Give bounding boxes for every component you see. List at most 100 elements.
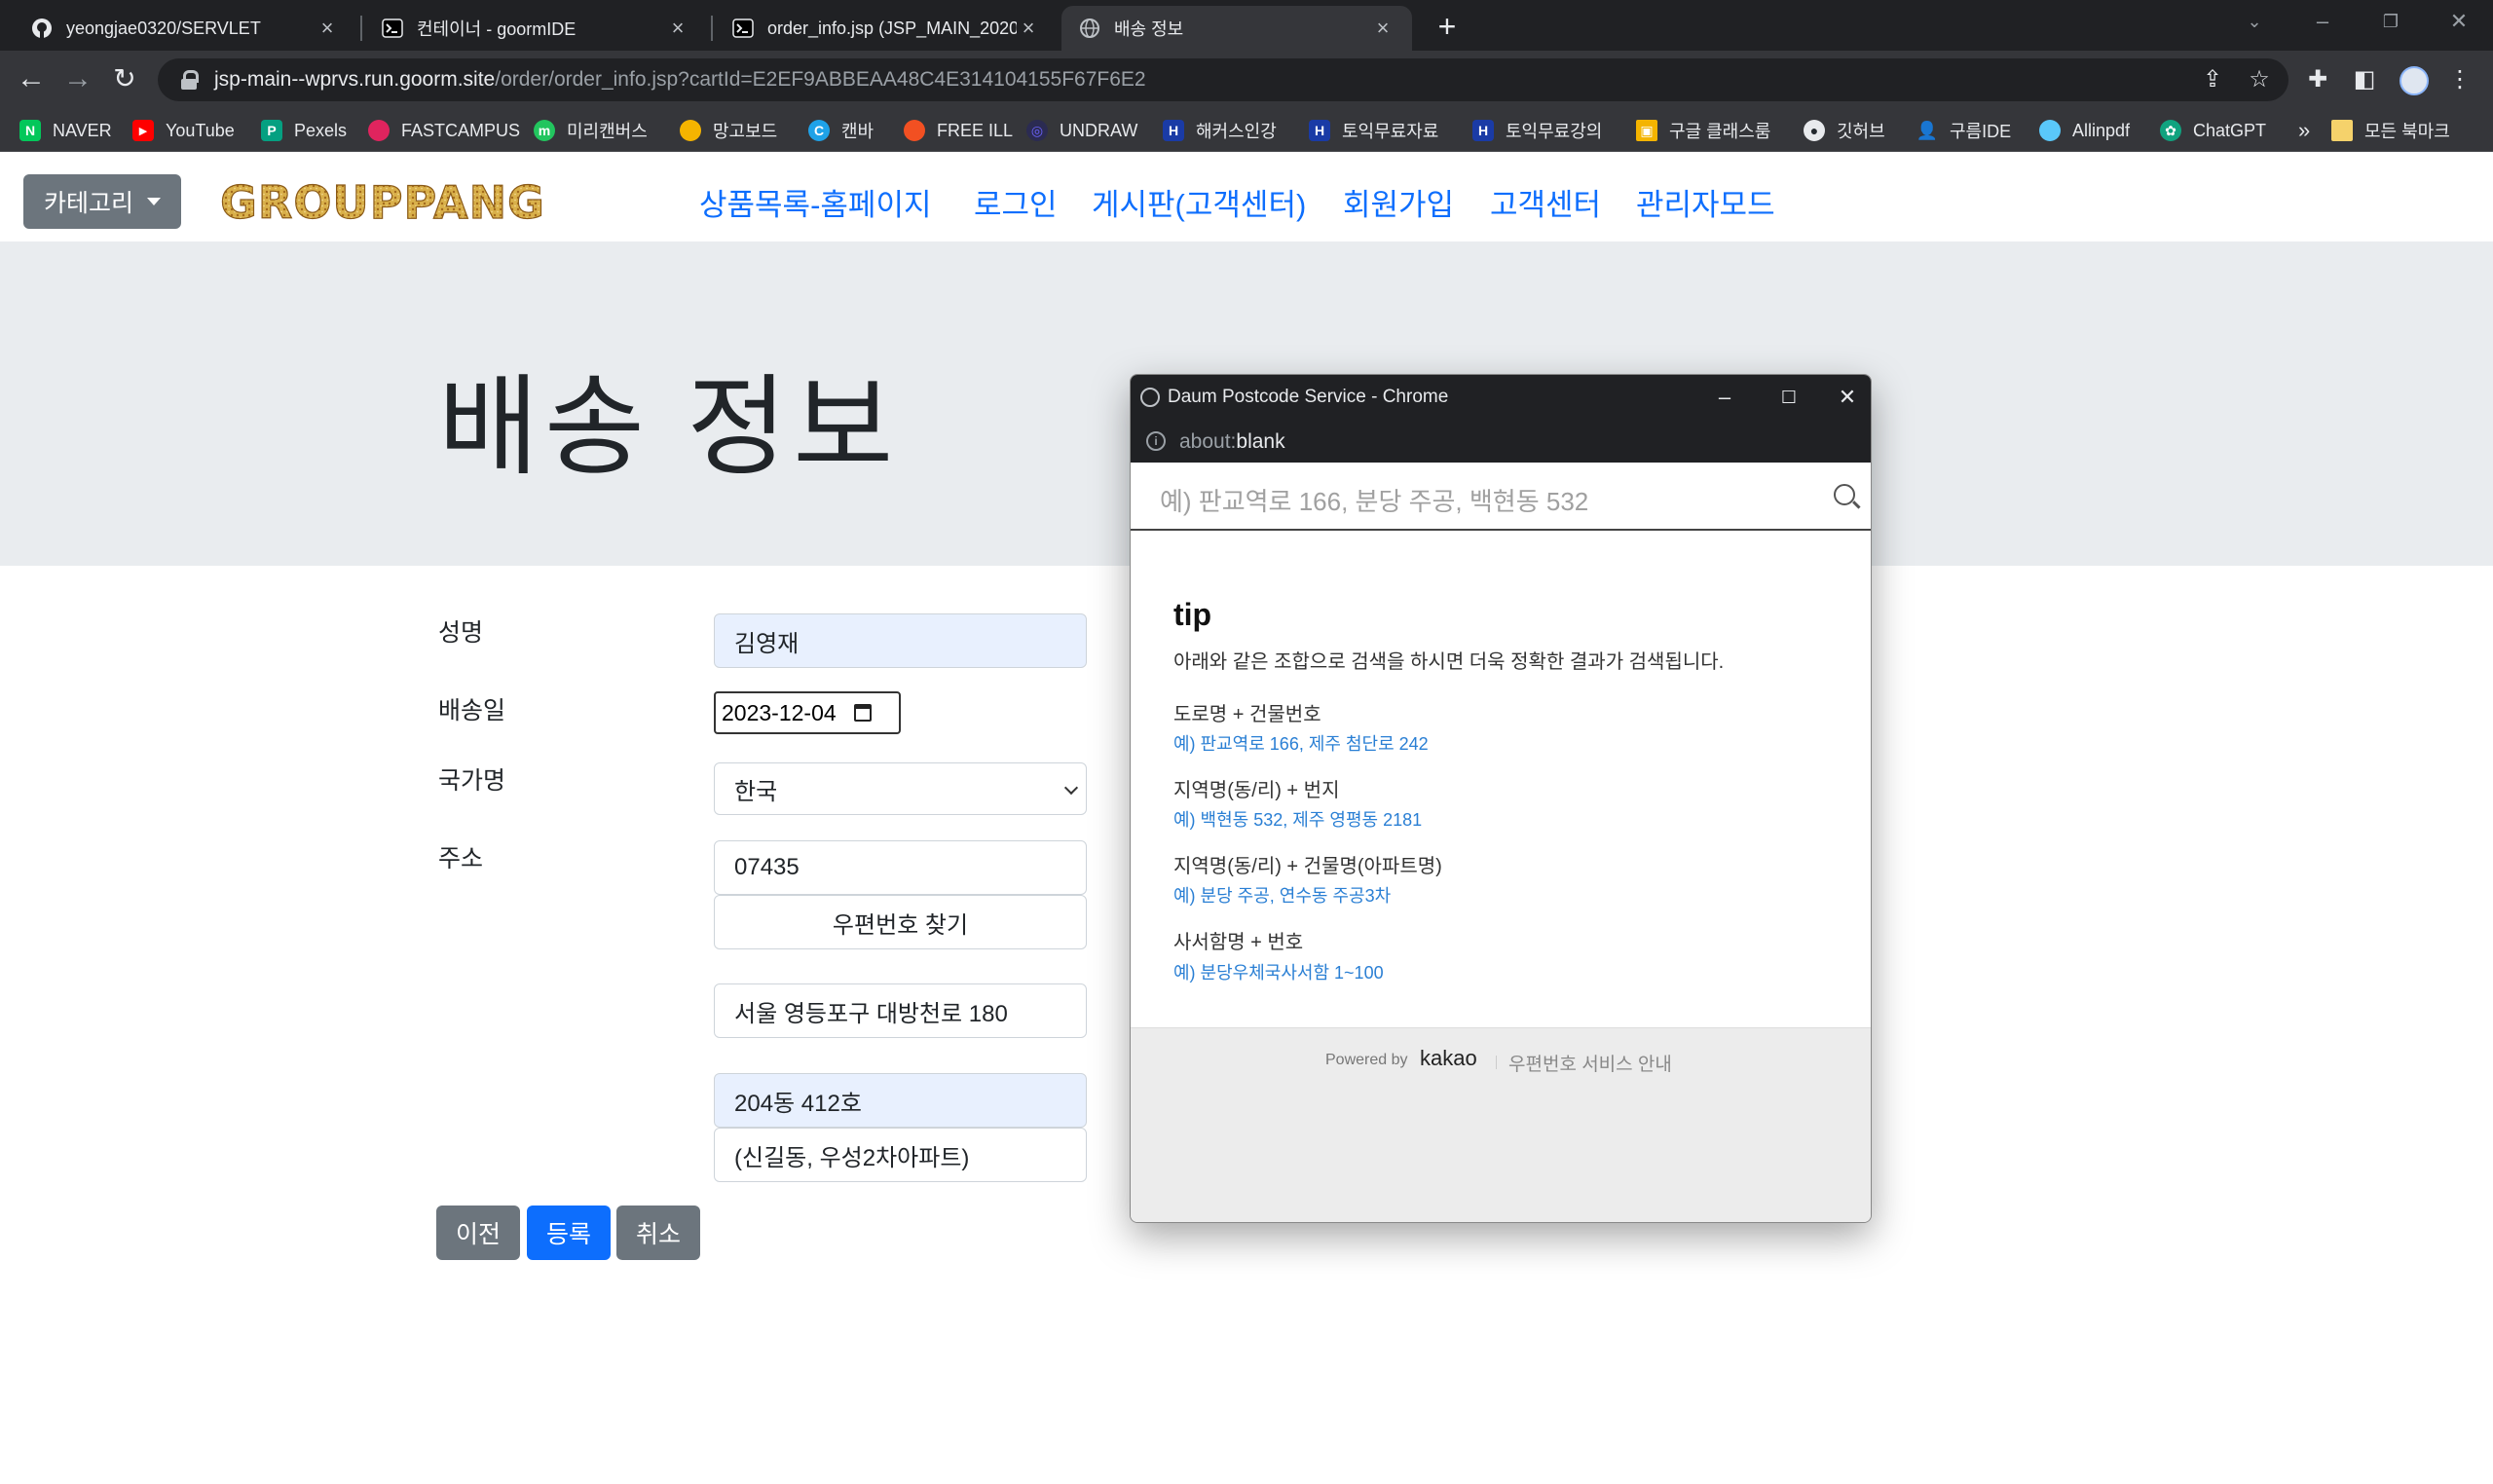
bookmark-canva[interactable]: C 캔바 <box>808 117 874 144</box>
category-dropdown-button[interactable]: 카테고리 <box>23 174 181 229</box>
address1-input[interactable]: 서울 영등포구 대방천로 180 <box>714 983 1087 1038</box>
bookmark-google-classroom[interactable]: ▣ 구글 클래스룸 <box>1636 117 1770 144</box>
minimize-icon[interactable]: – <box>2290 0 2355 43</box>
mangoboard-icon <box>680 120 701 141</box>
profile-avatar[interactable] <box>2400 66 2429 95</box>
nav-admin-mode[interactable]: 관리자모드 <box>1636 180 1775 224</box>
youtube-icon: ▶ <box>132 120 154 141</box>
nav-customer-center[interactable]: 고객센터 <box>1490 180 1601 224</box>
all-bookmarks-folder[interactable]: 모든 북마크 <box>2331 117 2450 144</box>
bookmark-goormide[interactable]: 👤 구름IDE <box>1916 117 2011 144</box>
bookmarks-overflow-icon[interactable]: » <box>2298 117 2310 144</box>
close-tab-icon[interactable]: × <box>1017 16 1040 41</box>
globe-icon <box>1079 18 1100 39</box>
address-bar[interactable]: jsp-main--wprvs.run.goorm.site/order/ord… <box>158 58 2288 101</box>
github-icon <box>31 18 53 39</box>
zipcode-input[interactable]: 07435 <box>714 840 1087 895</box>
site-navbar: 카테고리 GROUPPANG 상품목록-홈페이지 로그인 게시판(고객센터) 회… <box>0 153 2493 241</box>
nav-login[interactable]: 로그인 <box>974 180 1058 224</box>
name-label: 성명 <box>438 619 484 647</box>
submit-button[interactable]: 등록 <box>527 1206 611 1260</box>
popup-title-bar[interactable]: Daum Postcode Service - Chrome – ☐ ✕ <box>1131 375 1871 420</box>
search-tips-panel: tip 아래와 같은 조합으로 검색을 하시면 더욱 정확한 결과가 검색됩니다… <box>1131 531 1871 1028</box>
bookmark-naver[interactable]: N NAVER <box>19 117 112 144</box>
address-extra-input[interactable]: (신길동, 우성2차아파트) <box>714 1128 1087 1182</box>
address2-input[interactable]: 204동 412호 <box>714 1073 1087 1128</box>
nav-board[interactable]: 게시판(고객센터) <box>1092 180 1306 224</box>
close-window-icon[interactable]: ✕ <box>2427 0 2491 43</box>
bookmark-star-icon[interactable]: ☆ <box>2240 58 2279 101</box>
postcode-popup-window: Daum Postcode Service - Chrome – ☐ ✕ i a… <box>1130 374 1872 1223</box>
side-panel-icon[interactable]: ◧ <box>2343 58 2386 101</box>
naver-icon: N <box>19 120 41 141</box>
address-search-box[interactable]: 예) 판교역로 166, 분당 주공, 백현동 532 <box>1131 463 1871 531</box>
category-label: 카테고리 <box>43 190 133 217</box>
folder-icon <box>2331 120 2353 141</box>
minimize-icon[interactable]: – <box>1705 379 1744 416</box>
service-guide-link[interactable]: 우편번호 서비스 안내 <box>1508 1050 1672 1076</box>
bookmark-allinpdf[interactable]: Allinpdf <box>2039 117 2130 144</box>
hackers-icon: H <box>1163 120 1184 141</box>
site-logo[interactable]: GROUPPANG <box>189 178 577 225</box>
tab-divider <box>711 16 713 41</box>
reload-icon[interactable]: ↻ <box>103 58 146 101</box>
chevron-down-icon <box>1063 780 1079 796</box>
prev-button[interactable]: 이전 <box>436 1206 520 1260</box>
tab-title: yeongjae0320/SERVLET <box>66 18 261 38</box>
search-icon[interactable] <box>1834 484 1855 505</box>
close-tab-icon[interactable]: × <box>1371 16 1395 41</box>
bookmark-chatgpt[interactable]: ✿ ChatGPT <box>2160 117 2266 144</box>
share-icon[interactable]: ⇪ <box>2193 58 2232 101</box>
country-label: 국가명 <box>438 767 506 795</box>
nav-signup[interactable]: 회원가입 <box>1343 180 1454 224</box>
search-placeholder: 예) 판교역로 166, 분당 주공, 백현동 532 <box>1160 487 1589 516</box>
terminal-icon <box>732 18 754 39</box>
country-select[interactable]: 한국 <box>714 762 1087 815</box>
footer-divider <box>1496 1056 1497 1069</box>
info-icon[interactable]: i <box>1146 431 1166 451</box>
close-window-icon[interactable]: ✕ <box>1828 379 1867 416</box>
bookmark-pexels[interactable]: P Pexels <box>261 117 347 144</box>
bookmark-free-ill[interactable]: FREE ILL <box>904 117 1013 144</box>
tab-order-info-jsp[interactable]: order_info.jsp (JSP_MAIN_2020 × <box>715 6 1058 51</box>
calendar-icon[interactable] <box>853 704 872 722</box>
caret-down-icon <box>147 198 161 205</box>
forward-arrow-icon[interactable]: → <box>56 58 99 101</box>
zipcode-search-button[interactable]: 우편번호 찾기 <box>714 895 1087 949</box>
back-arrow-icon[interactable]: ← <box>10 58 53 101</box>
kakao-logo[interactable]: kakao <box>1420 1046 1477 1071</box>
bookmark-toeic-materials[interactable]: H 토익무료자료 <box>1309 117 1438 144</box>
bookmark-miricanvas[interactable]: m 미리캔버스 <box>534 117 648 144</box>
tab-search-chevron-icon[interactable]: ⌄ <box>2222 0 2287 43</box>
bookmark-mangoboard[interactable]: 망고보드 <box>680 117 777 144</box>
bookmark-youtube[interactable]: ▶ YouTube <box>132 117 235 144</box>
popup-url-bar: i about:blank <box>1131 420 1871 463</box>
delivery-date-label: 배송일 <box>438 697 506 724</box>
bookmark-hackers-ingang[interactable]: H 해커스인강 <box>1163 117 1277 144</box>
more-menu-icon[interactable]: ⋮ <box>2438 58 2481 101</box>
new-tab-icon[interactable]: + <box>1430 10 1465 45</box>
restore-icon[interactable]: ❐ <box>2359 0 2423 43</box>
tab-shipping-info[interactable]: 배송 정보 × <box>1061 6 1412 51</box>
url-text: jsp-main--wprvs.run.goorm.site/order/ord… <box>214 68 1146 91</box>
tab-github[interactable]: yeongjae0320/SERVLET × <box>14 6 356 51</box>
tab-title: 컨테이너 - goormIDE <box>417 19 577 39</box>
nav-product-list[interactable]: 상품목록-홈페이지 <box>699 180 931 224</box>
tip-example: 예) 분당 주공, 연수동 주공3차 <box>1173 886 1392 906</box>
tab-goormide-container[interactable]: 컨테이너 - goormIDE × <box>364 6 707 51</box>
bookmark-fastcampus[interactable]: FASTCAMPUS <box>368 117 520 144</box>
delivery-date-input[interactable]: 2023-12-04 <box>714 691 901 734</box>
extensions-puzzle-icon[interactable]: ✚ <box>2296 58 2339 101</box>
close-tab-icon[interactable]: × <box>666 16 689 41</box>
address-label: 주소 <box>438 845 484 872</box>
maximize-icon[interactable]: ☐ <box>1769 379 1808 416</box>
tip-example: 예) 백현동 532, 제주 영평동 2181 <box>1173 810 1423 830</box>
bookmark-undraw[interactable]: ◎ UNDRAW <box>1026 117 1137 144</box>
pexels-icon: P <box>261 120 282 141</box>
cancel-button[interactable]: 취소 <box>616 1206 700 1260</box>
bookmark-github[interactable]: ● 깃허브 <box>1804 117 1885 144</box>
name-input[interactable]: 김영재 <box>714 613 1087 668</box>
bookmark-toeic-lectures[interactable]: H 토익무료강의 <box>1472 117 1602 144</box>
github-icon: ● <box>1804 120 1825 141</box>
close-tab-icon[interactable]: × <box>316 16 339 41</box>
